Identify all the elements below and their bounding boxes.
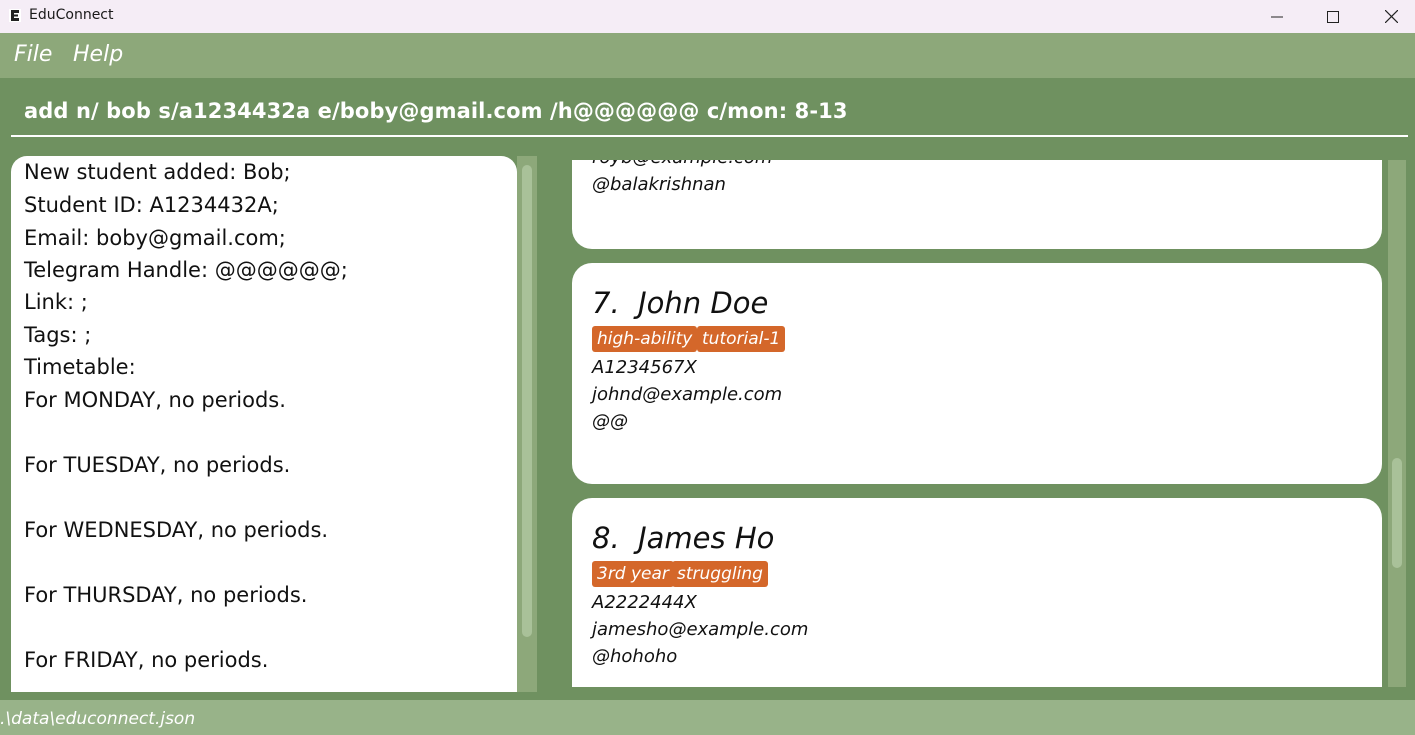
menu-help[interactable]: Help [73,42,123,67]
close-button[interactable] [1362,0,1415,33]
close-icon [1384,10,1398,23]
student-telegram: @hohoho [592,646,678,667]
result-line: For FRIDAY, no periods. [24,648,269,672]
result-line: For WEDNESDAY, no periods. [24,518,329,542]
student-card[interactable]: royb@example.com @balakrishnan [572,160,1382,249]
student-telegram: @balakrishnan [592,174,726,195]
student-id: A1234567X [592,357,697,378]
result-line: Telegram Handle: @@@@@@; [24,258,348,282]
menu-file[interactable]: File [14,42,52,67]
maximize-icon [1327,10,1339,23]
student-name-text: John Doe [638,286,769,320]
result-line: Email: boby@gmail.com; [24,226,286,250]
result-display[interactable]: New student added: Bob; Student ID: A123… [11,156,517,692]
student-name: 7. John Doe [592,286,768,320]
student-card[interactable]: 8. James Ho 3rd year struggling A2222444… [572,498,1382,687]
menu-bar: File Help [0,33,1415,78]
app-logo-icon [9,9,21,22]
student-email: jamesho@example.com [592,619,809,640]
result-line: Student ID: A1234432A; [24,193,279,217]
student-list[interactable]: royb@example.com @balakrishnan 7. John D… [572,160,1382,687]
student-list-scrollbar-thumb[interactable] [1392,458,1402,568]
status-bar: .\data\educonnect.json [0,700,1415,735]
maximize-button[interactable] [1304,0,1362,33]
student-telegram: @@ [592,411,628,432]
student-name-text: James Ho [638,521,775,555]
result-line: Timetable: [24,355,136,379]
result-line: For MONDAY, no periods. [24,388,286,412]
result-line: Link: ; [24,290,88,314]
student-id: A2222444X [592,592,697,613]
student-tag: struggling [672,561,768,587]
command-input[interactable]: add n/ bob s/a1234432a e/boby@gmail.com … [24,99,848,123]
student-tag: high-ability [592,326,698,352]
student-index: 8. [592,521,620,555]
student-email: johnd@example.com [592,384,783,405]
student-email: royb@example.com [592,160,772,168]
command-box[interactable]: add n/ bob s/a1234432a e/boby@gmail.com … [0,78,1415,150]
title-bar: EduConnect [0,0,1415,33]
result-line: For THURSDAY, no periods. [24,583,308,607]
result-line: For TUESDAY, no periods. [24,453,291,477]
student-index: 7. [592,286,620,320]
command-underline [11,135,1408,137]
student-tag: 3rd year [592,561,674,587]
status-file-path: .\data\educonnect.json [0,709,196,729]
minimize-icon [1271,16,1283,17]
result-line: Tags: ; [24,323,92,347]
student-name: 8. James Ho [592,521,774,555]
student-tag: tutorial-1 [697,326,786,352]
student-list-scrollbar[interactable] [1388,160,1406,687]
result-scrollbar-thumb[interactable] [522,165,532,637]
minimize-button[interactable] [1248,0,1306,33]
student-card[interactable]: 7. John Doe high-ability tutorial-1 A123… [572,263,1382,484]
result-line: New student added: Bob; [24,160,291,184]
window-title: EduConnect [29,7,114,23]
